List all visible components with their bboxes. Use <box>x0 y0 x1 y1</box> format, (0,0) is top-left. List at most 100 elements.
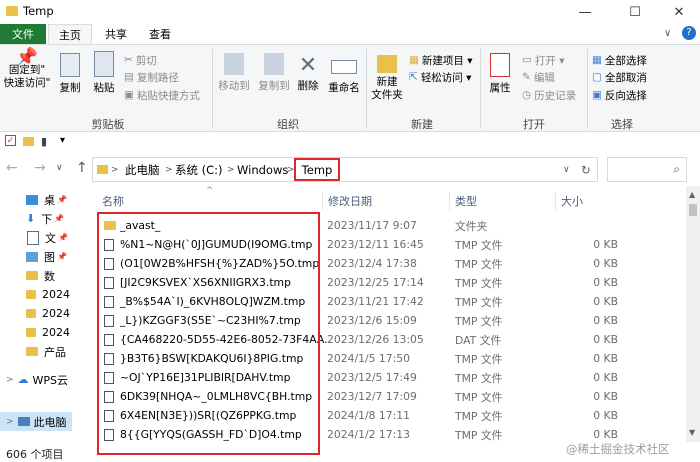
copy-path-button[interactable]: ▤ 复制路径 <box>124 69 179 85</box>
search-input[interactable]: ⌕ <box>607 157 687 182</box>
nav-item-selected[interactable]: > 此电脑 <box>0 412 72 431</box>
column-divider[interactable] <box>449 192 450 210</box>
pin-label-1: 固定到" <box>8 64 46 76</box>
vertical-scrollbar[interactable]: ▲ ▼ <box>686 186 700 442</box>
breadcrumb-pc[interactable]: 此电脑 <box>125 158 160 181</box>
scroll-thumb[interactable] <box>689 204 697 216</box>
minimize-button[interactable]: — <box>562 0 608 24</box>
select-none-button[interactable]: ▢ 全部取消 <box>592 69 647 85</box>
history-icon: ◷ <box>522 89 532 101</box>
folder-icon[interactable] <box>23 137 34 146</box>
tab-share[interactable]: 共享 <box>96 24 136 44</box>
nav-item[interactable]: ⬇ 下 📌 <box>0 209 70 228</box>
select-none-label: 全部取消 <box>604 71 647 84</box>
new-folder-button[interactable]: 新建 文件夹 <box>368 51 406 102</box>
file-type: TMP 文件 <box>455 238 503 252</box>
open-button[interactable]: ▭ 打开 ▾ <box>522 52 565 68</box>
file-date: 2023/12/25 17:14 <box>327 276 424 289</box>
column-header-type[interactable]: 类型 <box>455 192 477 210</box>
folder-icon <box>26 290 36 299</box>
recent-dropdown-icon[interactable]: ∨ <box>56 163 63 173</box>
file-type: TMP 文件 <box>455 352 503 366</box>
file-size: 0 KB <box>593 295 618 308</box>
file-size <box>572 216 618 235</box>
refresh-icon[interactable]: ↻ <box>581 158 591 181</box>
cut-button[interactable]: ✂ 剪切 <box>124 52 157 68</box>
file-type: 文件夹 <box>455 219 488 233</box>
tab-home[interactable]: 主页 <box>48 24 92 45</box>
easy-access-button[interactable]: ⇱ 轻松访问 ▾ <box>409 69 471 85</box>
nav-item[interactable]: > ☁ WPS云 <box>0 370 70 389</box>
delete-button[interactable]: ✕ 删除 <box>294 51 322 93</box>
back-arrow-icon[interactable]: ← <box>6 160 18 176</box>
new-folder-label-2: 文件夹 <box>371 89 403 101</box>
rename-button[interactable]: 重命名 <box>324 51 364 95</box>
collapse-ribbon-icon[interactable]: ∨ <box>664 28 671 39</box>
new-group-label: 新建 <box>411 118 433 131</box>
nav-item[interactable]: 2024 <box>0 285 70 304</box>
file-date: 2023/12/5 17:49 <box>327 371 417 384</box>
file-type: TMP 文件 <box>455 314 503 328</box>
edit-button[interactable]: ✎ 编辑 <box>522 69 555 85</box>
scroll-down-icon[interactable]: ▼ <box>689 428 695 437</box>
column-header-size[interactable]: 大小 <box>561 192 583 210</box>
new-item-button[interactable]: ▦ 新建项目 ▾ <box>409 52 473 68</box>
maximize-button[interactable]: ☐ <box>612 0 658 24</box>
cloud-icon: ☁ <box>17 373 29 386</box>
checkbox-icon[interactable]: ✓ <box>5 135 16 146</box>
chevron-right-icon: > <box>111 164 119 175</box>
invert-selection-button[interactable]: ▣ 反向选择 <box>592 87 647 103</box>
status-bar: 606 个项目 @稀土掘金技术社区 <box>0 442 700 462</box>
move-to-button[interactable]: 移动到 <box>214 51 254 93</box>
up-arrow-icon[interactable]: ↑ <box>76 160 88 176</box>
properties-label: 属性 <box>489 82 511 94</box>
column-header-date[interactable]: 修改日期 <box>328 192 372 210</box>
file-type: TMP 文件 <box>455 390 503 404</box>
breadcrumb-drive[interactable]: 系统 (C:) <box>175 158 223 181</box>
pin-small-icon[interactable]: ▮ <box>41 135 47 148</box>
nav-label: 2024 <box>42 307 70 320</box>
tab-file[interactable]: 文件 <box>0 24 46 44</box>
paste-shortcut-button[interactable]: ▣ 粘贴快捷方式 <box>124 87 200 103</box>
pin-quick-access-button[interactable]: 📌 固定到" 快速访问" <box>2 49 52 90</box>
customize-qat-icon[interactable]: ▾ <box>60 135 65 146</box>
address-bar[interactable]: > 此电脑 > 系统 (C:) > Windows > Temp ∨ ↻ <box>92 157 598 182</box>
forward-arrow-icon[interactable]: → <box>34 160 46 176</box>
file-size: 0 KB <box>593 314 618 327</box>
nav-item[interactable]: 图 📌 <box>0 247 70 266</box>
scroll-up-icon[interactable]: ▲ <box>689 190 695 199</box>
item-count: 606 个项目 <box>6 448 64 461</box>
folder-icon <box>26 328 36 337</box>
new-folder-label-1: 新建 <box>376 76 398 88</box>
nav-item[interactable]: 2024 <box>0 304 70 323</box>
copy-path-icon: ▤ <box>124 71 134 83</box>
edit-icon: ✎ <box>522 71 531 83</box>
properties-button[interactable]: 属性 <box>482 51 518 95</box>
address-dropdown-icon[interactable]: ∨ <box>563 158 570 181</box>
nav-item[interactable]: 桌 📌 <box>0 190 70 209</box>
nav-item[interactable]: 数 <box>0 266 70 285</box>
file-type: TMP 文件 <box>455 276 503 290</box>
history-button[interactable]: ◷ 历史记录 <box>522 87 576 103</box>
column-header-name[interactable]: 名称 <box>102 192 124 210</box>
breadcrumb-current[interactable]: Temp <box>294 158 340 181</box>
copy-button[interactable]: 复制 <box>56 51 84 95</box>
open-label: 打开 ▾ <box>534 54 565 67</box>
nav-item[interactable]: 文 📌 <box>0 228 70 247</box>
select-all-button[interactable]: ▦ 全部选择 <box>592 52 647 68</box>
nav-item[interactable]: 产品 <box>0 342 70 361</box>
nav-item[interactable]: 2024 <box>0 323 70 342</box>
file-size: 0 KB <box>593 257 618 270</box>
properties-icon <box>490 53 510 77</box>
paste-button[interactable]: 粘贴 <box>88 51 120 95</box>
chevron-right-icon: > <box>6 416 14 427</box>
column-divider[interactable] <box>322 192 323 210</box>
help-icon[interactable]: ? <box>682 26 696 40</box>
column-divider[interactable] <box>555 192 556 210</box>
tab-view[interactable]: 查看 <box>140 24 180 44</box>
breadcrumb-windows[interactable]: Windows <box>237 158 288 181</box>
close-button[interactable]: ✕ <box>656 0 700 24</box>
copy-icon <box>60 53 80 77</box>
ribbon: 📌 固定到" 快速访问" 复制 粘贴 ✂ 剪切 ▤ 复制路径 ▣ 粘贴快捷方式 剪贴板… <box>0 44 700 132</box>
copy-to-button[interactable]: 复制到 <box>254 51 294 93</box>
